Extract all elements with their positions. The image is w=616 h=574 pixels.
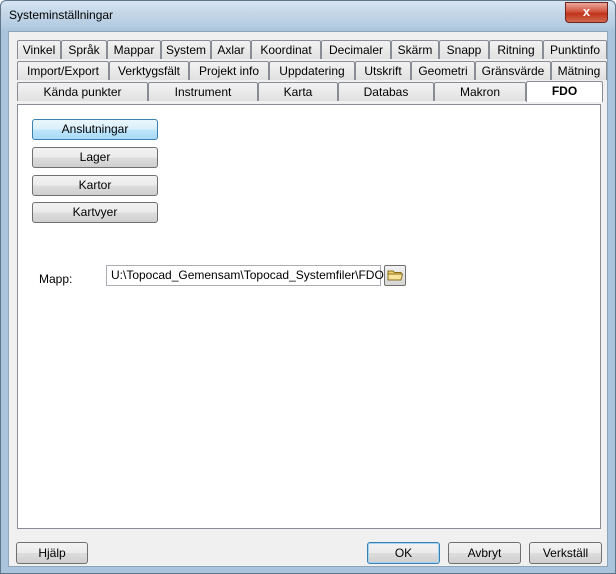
- tab-fdo[interactable]: FDO: [526, 81, 603, 102]
- tab-uppdatering[interactable]: Uppdatering: [269, 61, 355, 80]
- tab-vinkel[interactable]: Vinkel: [17, 40, 61, 59]
- tab-geometri[interactable]: Geometri: [411, 61, 475, 80]
- tab-makron[interactable]: Makron: [434, 82, 526, 101]
- tab-karta[interactable]: Karta: [258, 82, 338, 101]
- lager-button[interactable]: Lager: [32, 147, 158, 168]
- settings-window: Systeminställningar x Vinkel Språk Mappa…: [0, 0, 616, 574]
- tab-axlar[interactable]: Axlar: [211, 40, 251, 59]
- tab-import-export[interactable]: Import/Export: [17, 61, 109, 80]
- tab-snapp[interactable]: Snapp: [439, 40, 489, 59]
- kartor-button[interactable]: Kartor: [32, 175, 158, 196]
- tab-databas[interactable]: Databas: [338, 82, 434, 101]
- tab-skarm[interactable]: Skärm: [391, 40, 439, 59]
- browse-folder-button[interactable]: [384, 265, 406, 286]
- anslutningar-button[interactable]: Anslutningar: [32, 119, 158, 140]
- cancel-button[interactable]: Avbryt: [448, 542, 521, 564]
- tab-instrument[interactable]: Instrument: [148, 82, 258, 101]
- apply-button[interactable]: Verkställ: [529, 542, 602, 564]
- tab-koordinat[interactable]: Koordinat: [251, 40, 321, 59]
- mapp-label: Mapp:: [39, 272, 73, 286]
- fdo-panel: Anslutningar Lager Kartor Kartvyer Mapp:…: [17, 104, 601, 529]
- mapp-path-field[interactable]: U:\Topocad_Gemensam\Topocad_Systemfiler\…: [106, 265, 387, 286]
- title-bar[interactable]: Systeminställningar x: [1, 1, 615, 31]
- help-button[interactable]: Hjälp: [16, 542, 88, 564]
- tab-mappar[interactable]: Mappar: [107, 40, 161, 59]
- tab-verktygsfalt[interactable]: Verktygsfält: [109, 61, 189, 80]
- tab-decimaler[interactable]: Decimaler: [321, 40, 391, 59]
- tab-ritning[interactable]: Ritning: [489, 40, 543, 59]
- tab-projekt-info[interactable]: Projekt info: [189, 61, 269, 80]
- tab-utskrift[interactable]: Utskrift: [355, 61, 411, 80]
- tab-gransvarde[interactable]: Gränsvärde: [475, 61, 551, 80]
- tab-system[interactable]: System: [161, 40, 211, 59]
- kartvyer-button[interactable]: Kartvyer: [32, 202, 158, 223]
- folder-icon: [387, 270, 404, 281]
- tab-matning[interactable]: Mätning: [551, 61, 607, 80]
- close-button[interactable]: x: [565, 2, 608, 23]
- window-title: Systeminställningar: [9, 8, 114, 22]
- dialog-body: Vinkel Språk Mappar System Axlar Koordin…: [8, 31, 608, 567]
- tab-kanda-punkter[interactable]: Kända punkter: [17, 82, 148, 101]
- tab-sprak[interactable]: Språk: [61, 40, 107, 59]
- ok-button[interactable]: OK: [367, 542, 440, 564]
- tab-punktinfo[interactable]: Punktinfo: [543, 40, 607, 59]
